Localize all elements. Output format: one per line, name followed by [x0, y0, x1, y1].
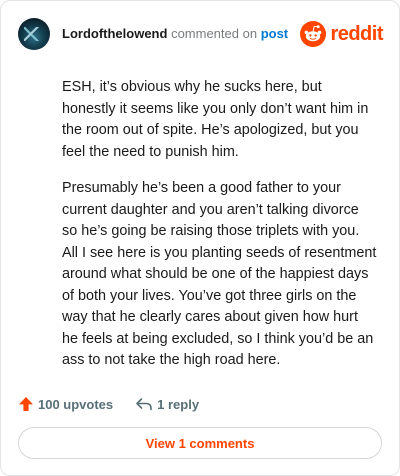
- reddit-wordmark: reddit: [330, 23, 383, 45]
- comment-paragraph: ESH, it’s obvious why he sucks here, but…: [62, 79, 369, 160]
- post-link[interactable]: post: [261, 26, 288, 41]
- comment-header: Lordofthelowend commented on post reddit: [18, 18, 383, 50]
- comment-paragraph: Presumably he’s been a good father to yo…: [62, 180, 377, 368]
- reply-button[interactable]: 1 reply: [135, 396, 199, 412]
- view-comments-button[interactable]: View 1 comments: [18, 427, 382, 459]
- username[interactable]: Lordofthelowend: [62, 26, 167, 41]
- comment-card: Lordofthelowend commented on post reddit…: [0, 0, 400, 476]
- reddit-snoo-icon: [300, 21, 327, 47]
- reply-count: 1 reply: [157, 396, 200, 412]
- comment-meta: Lordofthelowend commented on post: [62, 26, 288, 42]
- commented-on-label: commented on: [171, 26, 258, 41]
- upvote-count: 100 upvotes: [38, 396, 114, 412]
- avatar[interactable]: [18, 18, 50, 50]
- reddit-logo[interactable]: reddit: [300, 21, 383, 47]
- upvote-button[interactable]: 100 upvotes: [18, 396, 113, 412]
- reply-arrow-icon: [136, 398, 152, 411]
- comment-actions: 100 upvotes 1 reply: [18, 393, 221, 415]
- upvote-arrow-icon: [19, 397, 33, 411]
- comment-body: ESH, it’s obvious why he sucks here, but…: [62, 77, 377, 387]
